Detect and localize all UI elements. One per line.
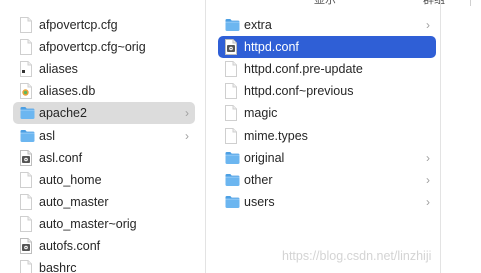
folder-icon	[224, 172, 240, 188]
executable-document-icon	[19, 61, 33, 78]
file-item-extra[interactable]: extra ›	[218, 14, 436, 36]
file-item-label: extra	[244, 18, 272, 32]
finder-column-apache2[interactable]: extra › httpd.conf httpd.conf.pre-update htt…	[207, 0, 441, 273]
file-item-label: asl.conf	[39, 150, 83, 165]
file-item-label: mime.types	[244, 128, 308, 143]
document-icon	[224, 105, 238, 122]
file-item-asl-conf[interactable]: asl.conf	[13, 147, 195, 169]
file-item-label: users	[244, 194, 275, 209]
document-icon	[19, 17, 33, 33]
folder-icon	[19, 105, 35, 121]
folder-icon	[224, 194, 240, 210]
folder-icon	[19, 128, 35, 144]
file-item-label: auto_master~orig	[39, 216, 137, 231]
config-document-icon	[19, 149, 33, 166]
document-icon	[224, 127, 238, 144]
file-item-label: auto_master	[39, 194, 109, 209]
file-item-httpd-conf-pre-update[interactable]: httpd.conf.pre-update	[218, 58, 436, 80]
chevron-right-icon: ›	[426, 150, 430, 165]
document-icon	[19, 193, 33, 210]
file-item-label: httpd.conf~previous	[244, 84, 354, 99]
chevron-right-icon: ›	[185, 106, 189, 121]
file-item-label: other	[244, 172, 273, 187]
config-document-icon	[19, 238, 33, 254]
document-icon	[224, 83, 238, 100]
file-item-bashrc[interactable]: bashrc	[13, 257, 195, 273]
file-item-original[interactable]: original ›	[218, 147, 436, 169]
file-item-label: bashrc	[39, 261, 77, 273]
file-item-label: afpovertcp.cfg~orig	[39, 40, 146, 55]
document-icon	[19, 171, 33, 188]
finder-column-empty[interactable]	[442, 0, 481, 273]
document-icon	[19, 39, 33, 56]
file-item-auto-home[interactable]: auto_home	[13, 169, 195, 191]
config-document-icon	[224, 39, 238, 56]
document-icon	[19, 260, 33, 273]
file-item-label: aliases	[39, 62, 78, 77]
file-item-afpovertcp-cfg-orig[interactable]: afpovertcp.cfg~orig	[13, 36, 195, 58]
file-item-httpd-conf[interactable]: httpd.conf	[218, 36, 436, 59]
chevron-right-icon: ›	[185, 128, 189, 143]
watermark-text: https://blog.csdn.net/linzhiji	[282, 249, 432, 263]
file-item-label: auto_home	[39, 172, 102, 187]
file-item-httpd-conf-previous[interactable]: httpd.conf~previous	[218, 80, 436, 102]
file-item-label: apache2	[39, 106, 87, 121]
database-document-icon	[19, 83, 33, 100]
chevron-right-icon: ›	[426, 194, 430, 209]
document-icon	[19, 215, 33, 232]
file-item-apache2[interactable]: apache2 ›	[13, 102, 195, 125]
document-icon	[224, 61, 238, 78]
chevron-right-icon: ›	[426, 18, 430, 32]
file-item-other[interactable]: other ›	[218, 169, 436, 191]
file-item-afpovertcp-cfg[interactable]: afpovertcp.cfg	[13, 14, 195, 36]
file-item-users[interactable]: users ›	[218, 191, 436, 213]
file-item-label: original	[244, 150, 285, 165]
file-item-magic[interactable]: magic	[218, 102, 436, 124]
file-item-label: autofs.conf	[39, 239, 101, 253]
file-item-label: httpd.conf.pre-update	[244, 62, 363, 77]
file-item-label: aliases.db	[39, 84, 96, 99]
folder-icon	[224, 150, 240, 166]
file-item-auto-master[interactable]: auto_master	[13, 191, 195, 213]
chevron-right-icon: ›	[426, 172, 430, 187]
file-item-aliases[interactable]: aliases	[13, 58, 195, 80]
file-item-label: afpovertcp.cfg	[39, 18, 118, 32]
file-item-mime-types[interactable]: mime.types	[218, 125, 436, 147]
file-item-aliases-db[interactable]: aliases.db	[13, 80, 195, 102]
file-item-autofs-conf[interactable]: autofs.conf	[13, 235, 195, 257]
finder-column-etc[interactable]: afpovertcp.cfg afpovertcp.cfg~orig aliases…	[0, 0, 206, 273]
file-item-asl[interactable]: asl ›	[13, 125, 195, 147]
file-item-label: asl	[39, 128, 55, 143]
file-item-label: httpd.conf	[244, 40, 299, 55]
folder-icon	[224, 17, 240, 33]
file-item-label: magic	[244, 106, 278, 121]
file-item-auto-master-orig[interactable]: auto_master~orig	[13, 213, 195, 235]
